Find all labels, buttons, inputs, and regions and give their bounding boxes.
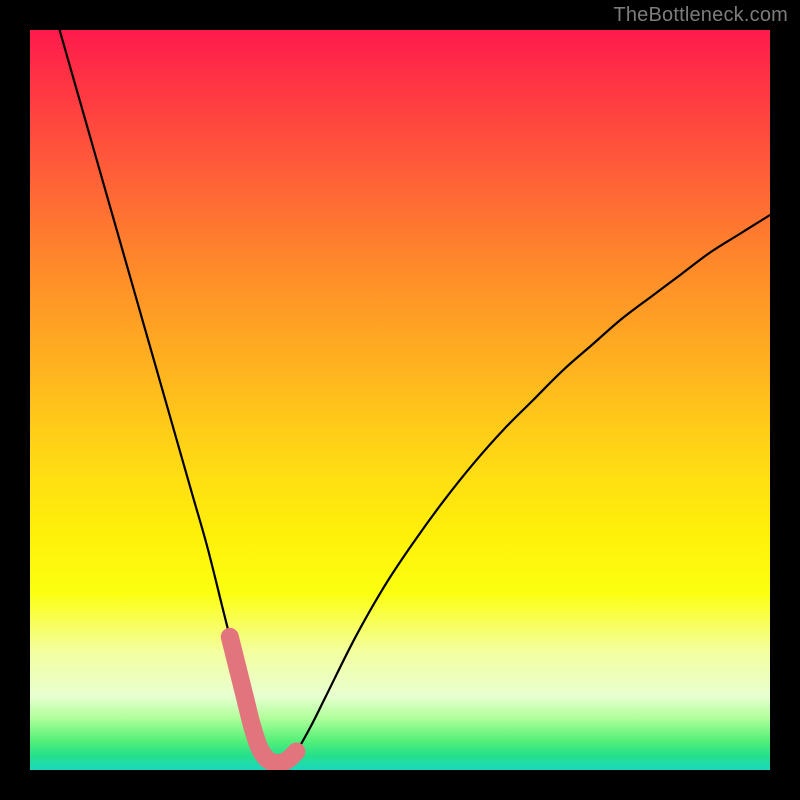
bottleneck-chart-svg (30, 30, 770, 770)
chart-plot-area (30, 30, 770, 770)
watermark-text: TheBottleneck.com (613, 4, 788, 27)
highlight-band (230, 637, 297, 763)
bottleneck-curve (60, 30, 770, 763)
